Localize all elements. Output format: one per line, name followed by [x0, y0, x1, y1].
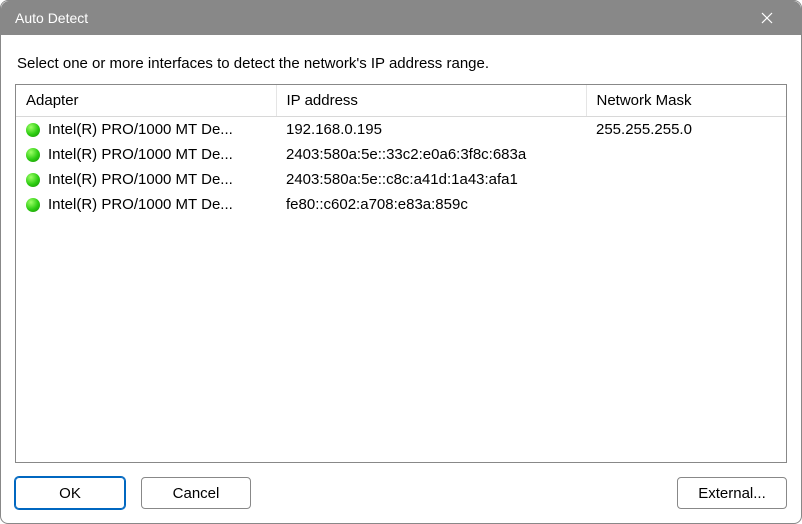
- col-header-ip[interactable]: IP address: [276, 85, 586, 117]
- cell-adapter: Intel(R) PRO/1000 MT De...: [16, 142, 276, 167]
- cell-ip: 2403:580a:5e::c8c:a41d:1a43:afa1: [276, 167, 586, 192]
- external-button[interactable]: External...: [677, 477, 787, 509]
- table-row[interactable]: Intel(R) PRO/1000 MT De... fe80::c602:a70…: [16, 192, 786, 217]
- cell-ip: fe80::c602:a708:e83a:859c: [276, 192, 586, 217]
- adapter-name: Intel(R) PRO/1000 MT De...: [48, 171, 233, 188]
- cell-adapter: Intel(R) PRO/1000 MT De...: [16, 167, 276, 192]
- adapter-name: Intel(R) PRO/1000 MT De...: [48, 146, 233, 163]
- button-bar: OK Cancel External...: [15, 463, 787, 509]
- cell-ip: 192.168.0.195: [276, 117, 586, 143]
- cell-mask: [586, 192, 786, 217]
- status-up-icon: [26, 173, 40, 187]
- table-row[interactable]: Intel(R) PRO/1000 MT De... 192.168.0.1952…: [16, 117, 786, 143]
- titlebar: Auto Detect: [1, 1, 801, 35]
- cell-ip: 2403:580a:5e::33c2:e0a6:3f8c:683a: [276, 142, 586, 167]
- cell-mask: [586, 142, 786, 167]
- instruction-text: Select one or more interfaces to detect …: [17, 55, 785, 72]
- interfaces-table-container: Adapter IP address Network Mask Intel(R)…: [15, 84, 787, 463]
- cell-adapter: Intel(R) PRO/1000 MT De...: [16, 192, 276, 217]
- close-icon: [761, 12, 773, 24]
- status-up-icon: [26, 198, 40, 212]
- dialog-content: Select one or more interfaces to detect …: [1, 35, 801, 523]
- col-header-adapter[interactable]: Adapter: [16, 85, 276, 117]
- cancel-button[interactable]: Cancel: [141, 477, 251, 509]
- window-title: Auto Detect: [15, 10, 747, 26]
- interfaces-scroll[interactable]: Adapter IP address Network Mask Intel(R)…: [16, 85, 786, 462]
- adapter-name: Intel(R) PRO/1000 MT De...: [48, 121, 233, 138]
- col-header-mask[interactable]: Network Mask: [586, 85, 786, 117]
- status-up-icon: [26, 123, 40, 137]
- adapter-name: Intel(R) PRO/1000 MT De...: [48, 196, 233, 213]
- cell-mask: 255.255.255.0: [586, 117, 786, 143]
- interfaces-table: Adapter IP address Network Mask Intel(R)…: [16, 85, 786, 217]
- cell-adapter: Intel(R) PRO/1000 MT De...: [16, 117, 276, 142]
- status-up-icon: [26, 148, 40, 162]
- ok-button[interactable]: OK: [15, 477, 125, 509]
- table-row[interactable]: Intel(R) PRO/1000 MT De... 2403:580a:5e::…: [16, 167, 786, 192]
- close-button[interactable]: [747, 1, 787, 35]
- table-row[interactable]: Intel(R) PRO/1000 MT De... 2403:580a:5e::…: [16, 142, 786, 167]
- cell-mask: [586, 167, 786, 192]
